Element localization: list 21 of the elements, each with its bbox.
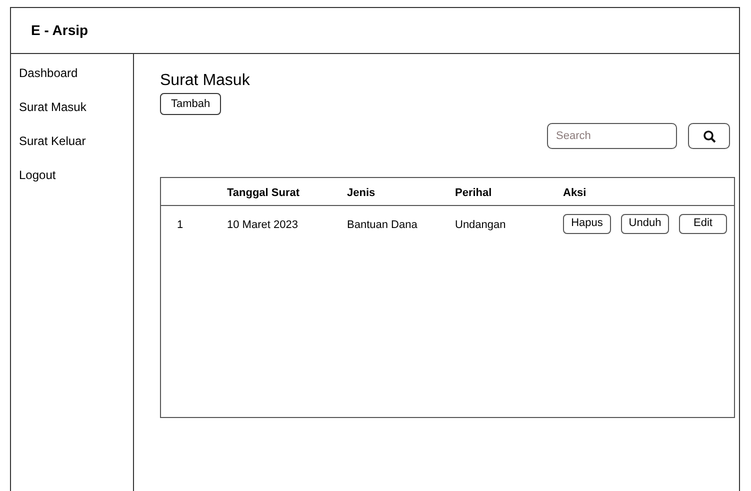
column-header: Perihal bbox=[455, 186, 492, 198]
search-button[interactable] bbox=[688, 123, 730, 149]
column-header: Jenis bbox=[347, 186, 376, 198]
action-button[interactable]: Unduh bbox=[621, 214, 669, 234]
table-cell: 1 bbox=[177, 218, 184, 230]
sidebar-link[interactable]: Surat Masuk bbox=[19, 98, 86, 116]
table-cell: 10 Maret 2023 bbox=[227, 218, 298, 230]
search-icon bbox=[702, 130, 716, 142]
add-button[interactable]: Tambah bbox=[160, 93, 222, 115]
table-cell: Bantuan Dana bbox=[347, 218, 418, 230]
action-button[interactable]: Edit bbox=[679, 214, 727, 234]
app-title: E - Arsip bbox=[31, 21, 88, 40]
search-field[interactable]: Search bbox=[547, 123, 677, 149]
table-cell: Undangan bbox=[455, 218, 506, 230]
action-button[interactable]: Hapus bbox=[563, 214, 611, 234]
column-header: Aksi bbox=[563, 186, 586, 198]
page-title: Surat Masuk bbox=[160, 71, 250, 91]
column-header: Tanggal Surat bbox=[227, 186, 300, 198]
sidebar-link[interactable]: Logout bbox=[19, 166, 56, 184]
sidebar-link[interactable]: Surat Keluar bbox=[19, 132, 86, 150]
sidebar-link[interactable]: Dashboard bbox=[19, 64, 78, 82]
